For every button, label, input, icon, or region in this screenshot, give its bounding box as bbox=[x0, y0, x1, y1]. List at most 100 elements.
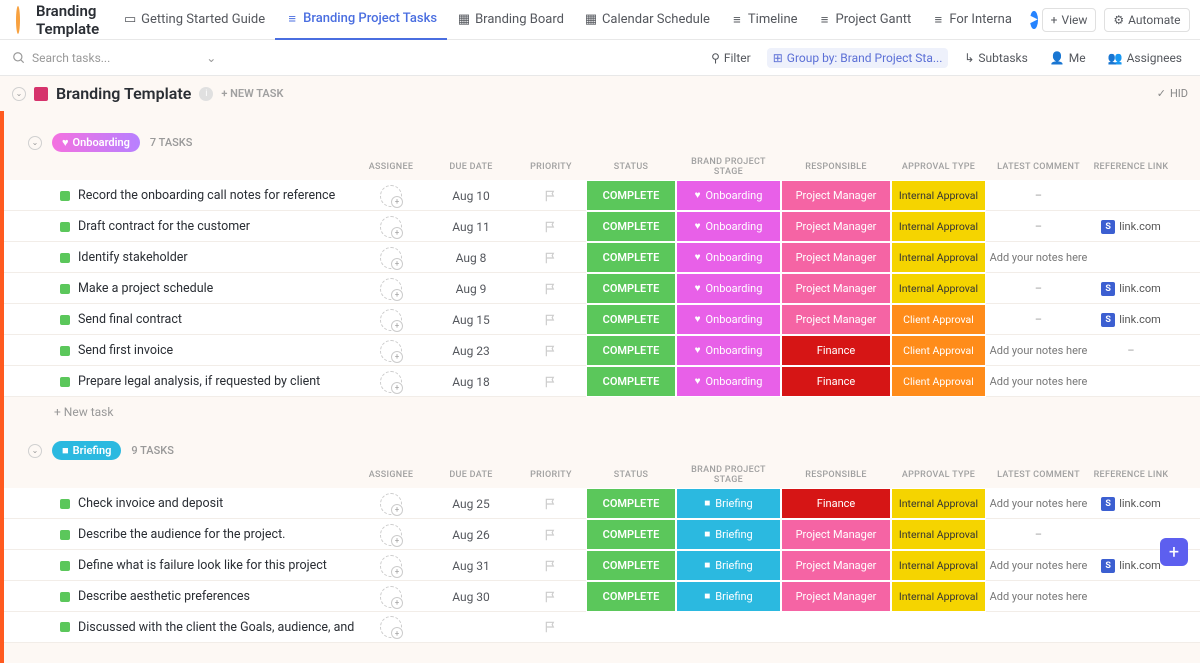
new-task-row[interactable]: + New task bbox=[4, 397, 1200, 423]
status-cell[interactable]: COMPLETE bbox=[586, 581, 676, 612]
tab-branding-board[interactable]: ▦Branding Board bbox=[447, 0, 574, 40]
task-title-cell[interactable]: Discussed with the client the Goals, aud… bbox=[4, 620, 356, 635]
due-date-cell[interactable]: Aug 26 bbox=[426, 528, 516, 542]
status-cell[interactable]: COMPLETE bbox=[586, 242, 676, 273]
task-row[interactable]: Describe the audience for the project.Au… bbox=[4, 519, 1200, 550]
approval-cell[interactable]: Internal Approval bbox=[891, 242, 986, 273]
scroll-right-icon[interactable]: ▶ bbox=[1030, 11, 1038, 29]
reference-link[interactable]: Slink.com bbox=[1091, 559, 1171, 573]
due-date-cell[interactable]: Aug 31 bbox=[426, 559, 516, 573]
task-row[interactable]: Check invoice and depositAug 25COMPLETE■… bbox=[4, 488, 1200, 519]
add-assignee-icon[interactable] bbox=[380, 185, 402, 207]
priority-cell[interactable] bbox=[516, 497, 586, 511]
status-cell[interactable]: COMPLETE bbox=[586, 211, 676, 242]
reference-link[interactable]: Slink.com bbox=[1091, 497, 1171, 511]
tab-timeline[interactable]: ≡Timeline bbox=[720, 0, 808, 40]
add-assignee-icon[interactable] bbox=[380, 493, 402, 515]
task-row[interactable]: Draft contract for the customerAug 11COM… bbox=[4, 211, 1200, 242]
responsible-cell[interactable]: Project Manager bbox=[781, 519, 891, 550]
info-icon[interactable]: i bbox=[199, 87, 213, 101]
stage-cell[interactable]: ♥Onboarding bbox=[676, 211, 781, 242]
task-title-cell[interactable]: Describe aesthetic preferences bbox=[4, 589, 356, 604]
subtasks-button[interactable]: ↳Subtasks bbox=[958, 48, 1033, 68]
due-date-cell[interactable]: Aug 23 bbox=[426, 344, 516, 358]
approval-cell[interactable]: Internal Approval bbox=[891, 550, 986, 581]
approval-cell[interactable]: Internal Approval bbox=[891, 488, 986, 519]
status-cell[interactable]: COMPLETE bbox=[586, 519, 676, 550]
due-date-cell[interactable]: Aug 25 bbox=[426, 497, 516, 511]
responsible-cell[interactable]: Finance bbox=[781, 366, 891, 397]
due-date-cell[interactable]: Aug 18 bbox=[426, 375, 516, 389]
new-task-button[interactable]: + NEW TASK bbox=[221, 87, 283, 100]
task-row[interactable]: Identify stakeholderAug 8COMPLETE♥Onboar… bbox=[4, 242, 1200, 273]
stage-cell[interactable]: ♥Onboarding bbox=[676, 180, 781, 211]
comment-cell[interactable]: Add your notes here bbox=[986, 559, 1091, 572]
group-by-button[interactable]: ⊞Group by: Brand Project Sta... bbox=[767, 48, 949, 68]
assignee-cell[interactable] bbox=[356, 185, 426, 207]
assignee-cell[interactable] bbox=[356, 278, 426, 300]
priority-cell[interactable] bbox=[516, 220, 586, 234]
quick-create-button[interactable]: + bbox=[1160, 538, 1188, 566]
approval-cell[interactable]: Internal Approval bbox=[891, 180, 986, 211]
tab-for-interna[interactable]: ≡For Interna bbox=[921, 0, 1022, 40]
task-title-cell[interactable]: Identify stakeholder bbox=[4, 250, 356, 265]
status-cell[interactable]: COMPLETE bbox=[586, 180, 676, 211]
responsible-cell[interactable]: Project Manager bbox=[781, 180, 891, 211]
task-title-cell[interactable]: Send first invoice bbox=[4, 343, 356, 358]
task-title-cell[interactable]: Record the onboarding call notes for ref… bbox=[4, 188, 356, 203]
due-date-cell[interactable]: Aug 11 bbox=[426, 220, 516, 234]
add-assignee-icon[interactable] bbox=[380, 340, 402, 362]
assignee-cell[interactable] bbox=[356, 524, 426, 546]
comment-cell[interactable]: – bbox=[986, 282, 1091, 295]
status-cell[interactable]: COMPLETE bbox=[586, 273, 676, 304]
status-cell[interactable]: COMPLETE bbox=[586, 304, 676, 335]
comment-cell[interactable]: – bbox=[986, 313, 1091, 326]
responsible-cell[interactable]: Project Manager bbox=[781, 211, 891, 242]
priority-cell[interactable] bbox=[516, 375, 586, 389]
add-assignee-icon[interactable] bbox=[380, 371, 402, 393]
stage-cell[interactable]: ♥Onboarding bbox=[676, 273, 781, 304]
tab-project-gantt[interactable]: ≡Project Gantt bbox=[808, 0, 922, 40]
workspace-logo[interactable] bbox=[16, 6, 20, 34]
stage-cell[interactable]: ♥Onboarding bbox=[676, 242, 781, 273]
filter-button[interactable]: ⚲Filter bbox=[705, 48, 757, 68]
due-date-cell[interactable]: Aug 15 bbox=[426, 313, 516, 327]
comment-cell[interactable]: Add your notes here bbox=[986, 375, 1091, 388]
due-date-cell[interactable]: Aug 10 bbox=[426, 189, 516, 203]
comment-cell[interactable]: – bbox=[986, 189, 1091, 202]
task-row[interactable]: Record the onboarding call notes for ref… bbox=[4, 180, 1200, 211]
responsible-cell[interactable]: Finance bbox=[781, 488, 891, 519]
task-row[interactable]: Define what is failure look like for thi… bbox=[4, 550, 1200, 581]
approval-cell[interactable]: Internal Approval bbox=[891, 211, 986, 242]
comment-cell[interactable]: Add your notes here bbox=[986, 497, 1091, 510]
group-pill[interactable]: ♥Onboarding bbox=[52, 133, 140, 152]
group-pill[interactable]: ■Briefing bbox=[52, 441, 121, 460]
automate-button[interactable]: ⚙Automate bbox=[1104, 8, 1189, 32]
assignee-cell[interactable] bbox=[356, 309, 426, 331]
assignee-cell[interactable] bbox=[356, 247, 426, 269]
approval-cell[interactable]: Client Approval bbox=[891, 304, 986, 335]
assignee-cell[interactable] bbox=[356, 216, 426, 238]
responsible-cell[interactable]: Project Manager bbox=[781, 581, 891, 612]
priority-cell[interactable] bbox=[516, 282, 586, 296]
add-assignee-icon[interactable] bbox=[380, 586, 402, 608]
task-title-cell[interactable]: Prepare legal analysis, if requested by … bbox=[4, 374, 356, 389]
task-title-cell[interactable]: Make a project schedule bbox=[4, 281, 356, 296]
add-view-button[interactable]: +View bbox=[1042, 8, 1097, 32]
assignee-cell[interactable] bbox=[356, 555, 426, 577]
status-cell[interactable]: COMPLETE bbox=[586, 335, 676, 366]
collapse-group-icon[interactable]: ⌄ bbox=[28, 136, 42, 150]
status-cell[interactable]: COMPLETE bbox=[586, 550, 676, 581]
approval-cell[interactable]: Client Approval bbox=[891, 366, 986, 397]
add-assignee-icon[interactable] bbox=[380, 555, 402, 577]
stage-cell[interactable]: ♥Onboarding bbox=[676, 366, 781, 397]
priority-cell[interactable] bbox=[516, 251, 586, 265]
collapse-group-icon[interactable]: ⌄ bbox=[28, 444, 42, 458]
task-title-cell[interactable]: Send final contract bbox=[4, 312, 356, 327]
assignee-cell[interactable] bbox=[356, 371, 426, 393]
reference-link[interactable]: Slink.com bbox=[1091, 282, 1171, 296]
responsible-cell[interactable]: Project Manager bbox=[781, 273, 891, 304]
assignee-cell[interactable] bbox=[356, 493, 426, 515]
approval-cell[interactable]: Internal Approval bbox=[891, 519, 986, 550]
task-row[interactable]: Make a project scheduleAug 9COMPLETE♥Onb… bbox=[4, 273, 1200, 304]
